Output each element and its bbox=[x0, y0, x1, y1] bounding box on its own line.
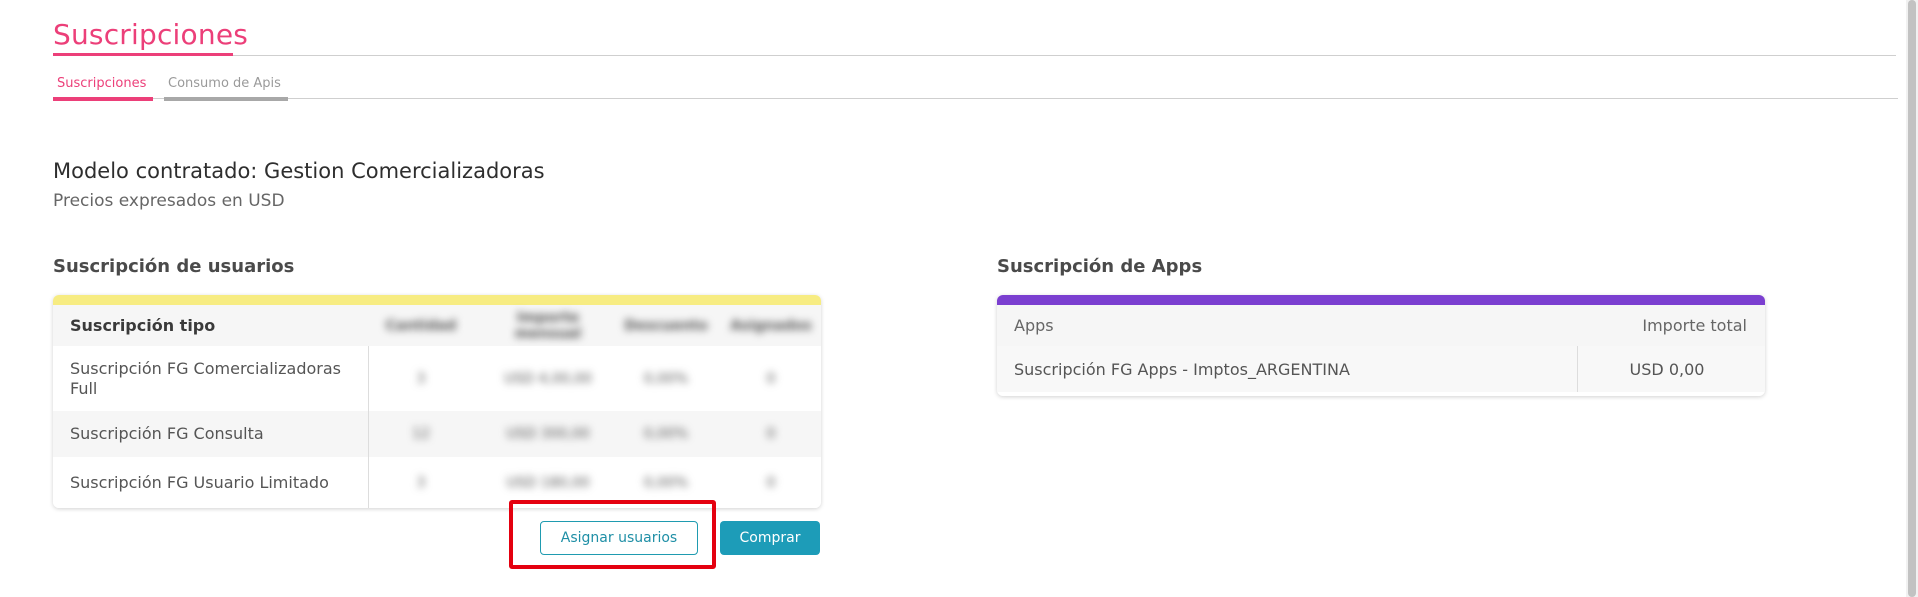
column-header-type: Suscripción tipo bbox=[70, 316, 216, 335]
row-asignados: 0 bbox=[766, 426, 776, 442]
users-table-header: Suscripción tipo Cantidad Importe mensua… bbox=[53, 305, 821, 346]
row-descuento: 0,00% bbox=[643, 370, 689, 387]
tabs-divider bbox=[53, 98, 1898, 99]
column-divider bbox=[1577, 346, 1578, 392]
row-cantidad: 3 bbox=[416, 474, 426, 491]
model-title: Modelo contratado: Gestion Comercializad… bbox=[53, 159, 545, 183]
column-header-asignados: Asignados bbox=[730, 317, 812, 334]
users-subscription-table: Suscripción tipo Cantidad Importe mensua… bbox=[53, 295, 821, 508]
row-app-name: Suscripción FG Apps - Imptos_ARGENTINA bbox=[1014, 359, 1350, 379]
column-header-importe-total: Importe total bbox=[1642, 316, 1747, 335]
row-descuento: 0,00% bbox=[643, 426, 689, 442]
page-scrollbar[interactable] bbox=[1906, 0, 1918, 597]
row-descuento: 0,00% bbox=[643, 474, 689, 491]
scrollbar-thumb[interactable] bbox=[1908, 0, 1916, 597]
row-subscription-type: Suscripción FG Comercializadoras Full bbox=[70, 358, 341, 398]
row-importe: USD 180,00 bbox=[506, 474, 590, 491]
page-title: Suscripciones bbox=[53, 18, 249, 51]
column-header-cantidad: Cantidad bbox=[385, 317, 457, 334]
model-subtitle: Precios expresados en USD bbox=[53, 191, 285, 211]
users-card-accent-strip bbox=[53, 295, 821, 305]
buy-button[interactable]: Comprar bbox=[720, 521, 820, 555]
row-importe: USD 300,00 bbox=[506, 426, 590, 442]
tab-active-indicator bbox=[53, 97, 153, 101]
title-accent-underline bbox=[53, 53, 233, 56]
table-row: Suscripción FG Consulta 12 USD 300,00 0,… bbox=[53, 411, 821, 457]
apps-table-header: Apps Importe total bbox=[997, 305, 1765, 346]
table-row: Suscripción FG Apps - Imptos_ARGENTINA U… bbox=[997, 346, 1765, 392]
row-asignados: 0 bbox=[766, 370, 776, 387]
row-cantidad: 3 bbox=[416, 370, 426, 387]
apps-card-accent-strip bbox=[997, 295, 1765, 305]
row-subscription-type: Suscripción FG Consulta bbox=[70, 424, 264, 443]
users-section-title: Suscripción de usuarios bbox=[53, 256, 295, 277]
column-header-apps: Apps bbox=[1014, 316, 1054, 335]
table-row: Suscripción FG Usuario Limitado 3 USD 18… bbox=[53, 457, 821, 508]
row-importe: USD 4,00,00 bbox=[504, 370, 592, 387]
row-cantidad: 12 bbox=[412, 426, 430, 442]
tab-consumo-de-apis[interactable]: Consumo de Apis bbox=[168, 76, 281, 91]
assign-users-button[interactable]: Asignar usuarios bbox=[540, 521, 698, 555]
row-subscription-type: Suscripción FG Usuario Limitado bbox=[70, 472, 329, 492]
column-header-importe: Importe mensual bbox=[514, 309, 582, 342]
title-divider bbox=[53, 55, 1896, 56]
row-asignados: 0 bbox=[766, 474, 776, 491]
row-importe-total: USD 0,00 bbox=[1629, 359, 1705, 379]
apps-subscription-table: Apps Importe total Suscripción FG Apps -… bbox=[997, 295, 1765, 396]
table-row: Suscripción FG Comercializadoras Full 3 … bbox=[53, 346, 821, 411]
column-header-descuento: Descuento bbox=[624, 317, 708, 334]
tab-inactive-indicator bbox=[164, 97, 288, 101]
apps-section-title: Suscripción de Apps bbox=[997, 256, 1203, 277]
tab-suscripciones[interactable]: Suscripciones bbox=[57, 76, 146, 91]
column-divider bbox=[368, 346, 369, 508]
